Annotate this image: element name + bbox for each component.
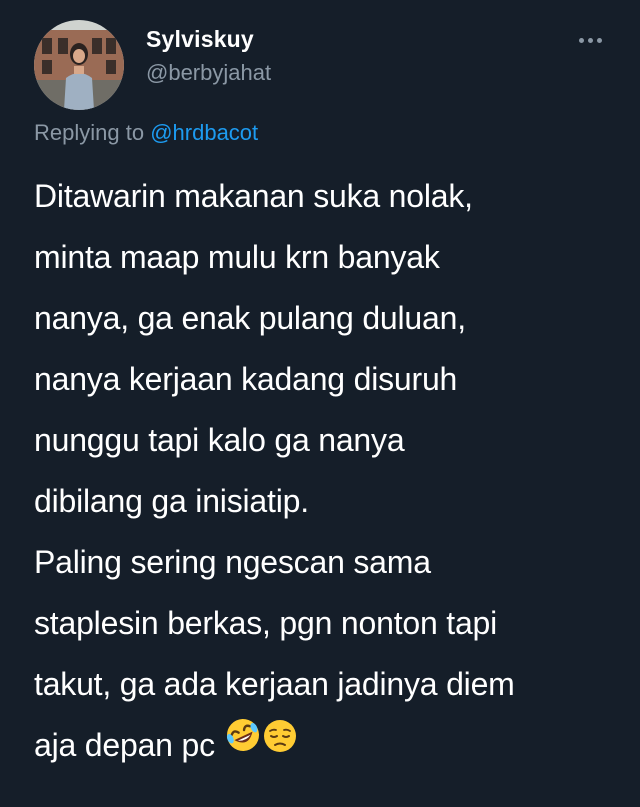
tweet-line-last: aja depan pc: [34, 715, 624, 776]
more-horizontal-icon: [578, 37, 584, 43]
pensive-face-emoji: [262, 713, 298, 774]
profile-photo-icon: [34, 20, 124, 110]
tweet-line: nanya, ga enak pulang duluan,: [34, 300, 466, 336]
more-horizontal-icon-dot: [596, 37, 602, 43]
tweet-line: Ditawarin makanan suka nolak,: [34, 178, 473, 214]
avatar[interactable]: [34, 20, 124, 110]
tweet-line: Paling sering ngescan sama: [34, 544, 431, 580]
tweet-line: nunggu tapi kalo ga nanya: [34, 422, 405, 458]
tweet-line: aja depan pc: [34, 727, 215, 763]
tweet-line: staplesin berkas, pgn nonton tapi: [34, 605, 498, 641]
display-name[interactable]: Sylviskuy: [146, 26, 254, 53]
tweet-line: takut, ga ada kerjaan jadinya diem: [34, 666, 515, 702]
replying-to-prefix: Replying to: [34, 120, 145, 145]
username-handle[interactable]: @berbyjahat: [146, 60, 271, 86]
more-options-button[interactable]: [570, 30, 610, 50]
tweet-line: dibilang ga inisiatip.: [34, 483, 309, 519]
tweet-line: minta maap mulu krn banyak: [34, 239, 440, 275]
tweet-text: Ditawarin makanan suka nolak, minta maap…: [34, 166, 624, 776]
replying-to: Replying to @hrdbacot: [34, 120, 258, 146]
rolling-on-floor-laughing-emoji: [224, 713, 262, 774]
tweet-line: nanya kerjaan kadang disuruh: [34, 361, 458, 397]
tweet: Sylviskuy @berbyjahat Replying to @hrdba…: [0, 0, 640, 807]
more-horizontal-icon-dot: [587, 37, 593, 43]
reply-target-link[interactable]: @hrdbacot: [150, 120, 258, 145]
